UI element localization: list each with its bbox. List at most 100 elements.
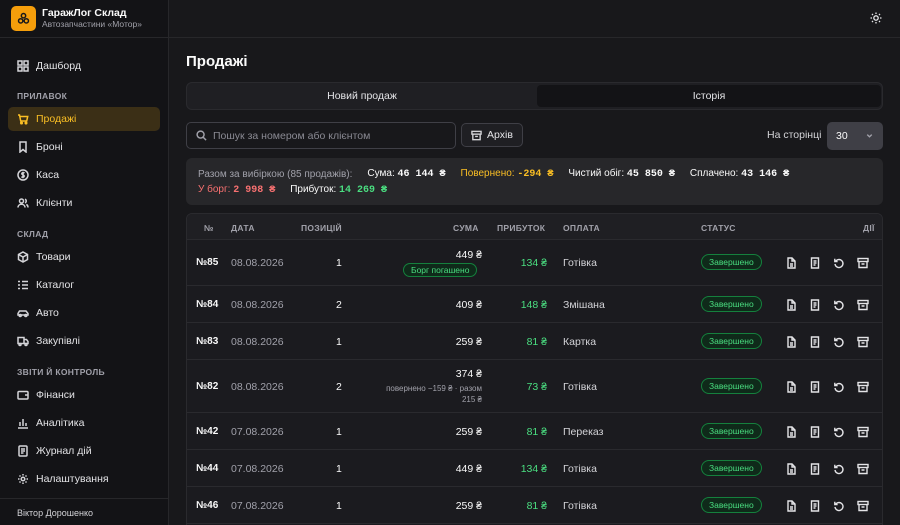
tab-history[interactable]: Історія bbox=[537, 85, 881, 107]
receipt-icon[interactable] bbox=[809, 426, 821, 438]
sale-number[interactable]: №46 bbox=[196, 500, 218, 511]
sidebar-item-analytics[interactable]: Аналітика bbox=[8, 411, 160, 435]
sidebar-item-label: Товари bbox=[36, 251, 71, 263]
document-icon[interactable] bbox=[785, 500, 797, 512]
sale-sum: 259 ₴ bbox=[455, 336, 482, 348]
document-icon[interactable] bbox=[785, 463, 797, 475]
archive-icon[interactable] bbox=[857, 336, 869, 348]
archive-icon[interactable] bbox=[857, 463, 869, 475]
sidebar-item-catalog[interactable]: Каталог bbox=[8, 273, 160, 297]
archive-button-label: Архів bbox=[487, 129, 513, 141]
table-row[interactable]: №44 07.08.2026 1 449 ₴ 134 ₴ Готівка Завершено bbox=[187, 450, 882, 487]
sale-number[interactable]: №84 bbox=[196, 299, 218, 310]
return-icon[interactable] bbox=[833, 426, 845, 438]
document-icon[interactable] bbox=[785, 336, 797, 348]
sale-date: 08.08.2026 bbox=[231, 299, 284, 311]
section-warehouse: СКЛАД bbox=[17, 229, 49, 239]
table-row[interactable]: №42 07.08.2026 1 259 ₴ 81 ₴ Переказ Завершено bbox=[187, 413, 882, 450]
receipt-icon[interactable] bbox=[809, 257, 821, 269]
sale-sum: 409 ₴ bbox=[455, 299, 482, 311]
sidebar-item-sales[interactable]: Продажі bbox=[8, 107, 160, 131]
return-icon[interactable] bbox=[833, 299, 845, 311]
document-icon[interactable] bbox=[785, 257, 797, 269]
status-badge: Завершено bbox=[701, 333, 762, 349]
table-header: № ДАТА ПОЗИЦІЙ СУМА ПРИБУТОК ОПЛАТА СТАТ… bbox=[187, 214, 882, 240]
sale-payment: Змішана bbox=[563, 299, 605, 311]
sale-profit: 81 ₴ bbox=[526, 336, 547, 348]
sidebar-item-goods[interactable]: Товари bbox=[8, 245, 160, 269]
document-icon[interactable] bbox=[785, 426, 797, 438]
table-row[interactable]: №46 07.08.2026 1 259 ₴ 81 ₴ Готівка Завершено bbox=[187, 487, 882, 524]
receipt-icon[interactable] bbox=[809, 336, 821, 348]
sale-sum: 259 ₴ bbox=[455, 426, 482, 438]
tabs: Новий продаж Історія bbox=[186, 82, 883, 110]
table-row[interactable]: №85 08.08.2026 1 449 ₴ Борг погашено 134 ₴ Гот… bbox=[187, 240, 882, 286]
summary-panel: Разом за вибіркою (85 продажів): Сума: 4… bbox=[186, 158, 883, 205]
sidebar-item-reservations[interactable]: Броні bbox=[8, 135, 160, 159]
sidebar-item-dashboard[interactable]: Дашборд bbox=[8, 54, 160, 78]
col-sum[interactable]: СУМА bbox=[453, 223, 479, 233]
search-icon bbox=[196, 130, 207, 141]
sales-table: № ДАТА ПОЗИЦІЙ СУМА ПРИБУТОК ОПЛАТА СТАТ… bbox=[186, 213, 883, 525]
receipt-icon[interactable] bbox=[809, 500, 821, 512]
hexagon-logo-icon bbox=[11, 6, 36, 31]
document-icon[interactable] bbox=[785, 299, 797, 311]
receipt-icon[interactable] bbox=[809, 463, 821, 475]
table-row[interactable]: №84 08.08.2026 2 409 ₴ 148 ₴ Змішана Завершено bbox=[187, 286, 882, 323]
archive-icon[interactable] bbox=[857, 257, 869, 269]
document-icon[interactable] bbox=[785, 381, 797, 393]
sidebar-item-auto[interactable]: Авто bbox=[8, 301, 160, 325]
col-status[interactable]: СТАТУС bbox=[701, 223, 736, 233]
sale-date: 08.08.2026 bbox=[231, 381, 284, 393]
sale-sum: 259 ₴ bbox=[455, 500, 482, 512]
receipt-icon[interactable] bbox=[809, 299, 821, 311]
sale-number[interactable]: №85 bbox=[196, 257, 218, 268]
archive-icon[interactable] bbox=[857, 426, 869, 438]
gear-icon bbox=[18, 474, 28, 484]
status-badge: Завершено bbox=[701, 378, 762, 394]
topbar bbox=[169, 0, 900, 38]
sidebar-item-cash[interactable]: Каса bbox=[8, 163, 160, 187]
sun-icon[interactable] bbox=[870, 12, 884, 26]
col-payment[interactable]: ОПЛАТА bbox=[563, 223, 600, 233]
bar-chart-icon bbox=[18, 419, 28, 429]
wallet-icon bbox=[17, 390, 29, 400]
search-box bbox=[186, 122, 456, 149]
sale-sum: 374 ₴ bbox=[455, 368, 482, 380]
archive-button[interactable]: Архів bbox=[461, 123, 523, 147]
archive-icon[interactable] bbox=[857, 500, 869, 512]
return-icon[interactable] bbox=[833, 381, 845, 393]
archive-icon[interactable] bbox=[857, 381, 869, 393]
return-icon[interactable] bbox=[833, 336, 845, 348]
dollar-circle-icon bbox=[17, 169, 29, 181]
sidebar-item-journal[interactable]: Журнал дій bbox=[8, 439, 160, 463]
col-profit[interactable]: ПРИБУТОК bbox=[497, 223, 545, 233]
current-user[interactable]: Віктор Дорошенко bbox=[0, 498, 169, 525]
return-icon[interactable] bbox=[833, 257, 845, 269]
sidebar-item-clients[interactable]: Клієнти bbox=[8, 191, 160, 215]
sale-total-note: 215 ₴ bbox=[461, 395, 482, 404]
sidebar-item-finance[interactable]: Фінанси bbox=[8, 383, 160, 407]
brand: ГаражЛог Склад Автозапчастини «Мотор» bbox=[0, 0, 168, 38]
sale-date: 08.08.2026 bbox=[231, 336, 284, 348]
sale-number[interactable]: №44 bbox=[196, 463, 218, 474]
return-icon[interactable] bbox=[833, 500, 845, 512]
sale-number[interactable]: №82 bbox=[196, 381, 218, 392]
sidebar-item-purchases[interactable]: Закупівлі bbox=[8, 329, 160, 353]
tab-new-sale[interactable]: Новий продаж bbox=[189, 85, 535, 107]
col-num[interactable]: № bbox=[204, 223, 214, 233]
sale-number[interactable]: №83 bbox=[196, 336, 218, 347]
table-row[interactable]: №82 08.08.2026 2 374 ₴ повернено −159 ₴ · ра… bbox=[187, 360, 882, 413]
receipt-icon[interactable] bbox=[809, 381, 821, 393]
col-date[interactable]: ДАТА bbox=[231, 223, 255, 233]
col-positions[interactable]: ПОЗИЦІЙ bbox=[301, 223, 342, 233]
return-icon[interactable] bbox=[833, 463, 845, 475]
sale-profit: 81 ₴ bbox=[526, 500, 547, 512]
archive-icon[interactable] bbox=[857, 299, 869, 311]
sidebar-item-label: Продажі bbox=[36, 113, 77, 125]
table-row[interactable]: №83 08.08.2026 1 259 ₴ 81 ₴ Картка Завершено bbox=[187, 323, 882, 360]
sidebar-item-settings[interactable]: Налаштування bbox=[8, 467, 160, 491]
search-input[interactable] bbox=[213, 129, 443, 142]
per-page-select[interactable]: 30 bbox=[827, 122, 883, 150]
sale-number[interactable]: №42 bbox=[196, 426, 218, 437]
